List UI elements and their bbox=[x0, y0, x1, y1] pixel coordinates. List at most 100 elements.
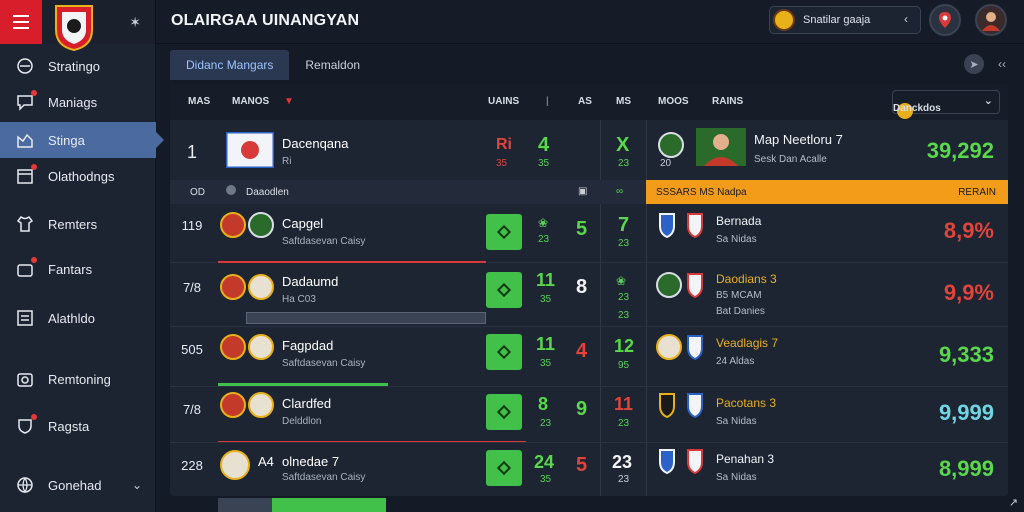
sidebar-item-stratingo[interactable]: Stratingo bbox=[0, 48, 156, 84]
avatar[interactable] bbox=[975, 4, 1007, 36]
stat-value: 11 bbox=[536, 270, 556, 290]
sidebar-item-label: Fantars bbox=[48, 261, 93, 277]
sidebar-item-gonehad[interactable]: Gonehad ⌄ bbox=[0, 467, 156, 503]
team-kit-icon bbox=[659, 213, 675, 238]
col-header[interactable]: UAINS bbox=[488, 96, 519, 107]
team-crest-icon bbox=[248, 212, 274, 238]
table-row[interactable]: 228 A4 olnedae 7 Saftdasevan Caisy 24 35… bbox=[170, 444, 1008, 496]
sidebar-item-label: Maniags bbox=[48, 94, 98, 110]
sidebar-item-fantars[interactable]: Fantars bbox=[0, 251, 156, 287]
compass-icon bbox=[16, 57, 34, 75]
camera-icon[interactable]: ▣ bbox=[578, 186, 587, 197]
pin-icon[interactable]: ✶ bbox=[129, 14, 141, 31]
stat-sub: 23 bbox=[618, 418, 630, 429]
search-field[interactable]: Snatilar gaaja ‹ bbox=[769, 6, 921, 34]
tab-remaldon[interactable]: Remaldon bbox=[289, 50, 376, 80]
team-prefix: A4 bbox=[258, 454, 274, 469]
club-badge-icon bbox=[773, 9, 795, 31]
rank: 1 bbox=[186, 142, 197, 162]
sidebar-item-remters[interactable]: Remters bbox=[0, 206, 156, 242]
sidebar-item-ragsta[interactable]: Ragsta bbox=[0, 408, 156, 444]
opponent-sub: Bat Danies bbox=[716, 306, 765, 317]
progress-track bbox=[246, 312, 486, 324]
col-header[interactable]: RAINS bbox=[712, 96, 743, 107]
sort-desc-icon[interactable]: ▼ bbox=[284, 96, 294, 107]
action-button[interactable] bbox=[486, 334, 522, 370]
collapse-icon[interactable]: ‹ bbox=[904, 12, 908, 26]
action-button[interactable] bbox=[486, 394, 522, 430]
team-crest-icon bbox=[220, 334, 246, 360]
sidebar-item-alathldo[interactable]: Alathldo bbox=[0, 300, 156, 336]
info-icon[interactable] bbox=[226, 185, 236, 195]
table-row[interactable]: 119 Capgel Saftdasevan Caisy ❀ 23 5 7 23… bbox=[170, 204, 1008, 262]
sidebar-item-label: Gonehad bbox=[48, 477, 102, 493]
action-button[interactable] bbox=[486, 450, 522, 486]
sidebar-header: ✶ bbox=[0, 0, 155, 52]
stat-value: 8 bbox=[576, 276, 588, 298]
table-row[interactable]: 505 Fagpdad Saftdasevan Caisy 11 35 4 12… bbox=[170, 328, 1008, 386]
stat-value: 7 bbox=[618, 214, 630, 236]
sidebar-item-maniags[interactable]: Maniags bbox=[0, 84, 156, 120]
col-header[interactable]: MAS bbox=[188, 96, 210, 107]
row-value: 9,9% bbox=[943, 280, 994, 305]
subhead-title: Daaodlen bbox=[246, 187, 289, 198]
team-kit-icon bbox=[687, 393, 703, 418]
sidebar-item-olathodngs[interactable]: Olathodngs bbox=[0, 158, 156, 194]
sort-dropdown[interactable]: Danckdos ⌄ bbox=[892, 90, 1000, 119]
col-header[interactable]: MANOS bbox=[232, 96, 269, 107]
table-row-leader[interactable]: 1 Dacenqana Ri Ri 35 4 35 X 23 20 Map Ne… bbox=[170, 120, 1008, 180]
diamond-icon bbox=[496, 460, 512, 476]
player-photo-icon bbox=[696, 128, 746, 166]
col-header[interactable]: MOOS bbox=[658, 96, 689, 107]
stat-sub: 23 bbox=[618, 158, 630, 169]
sidebar-item-remtoning[interactable]: Remtoning bbox=[0, 361, 156, 397]
stat-value: 12 bbox=[614, 336, 635, 356]
diamond-icon bbox=[496, 404, 512, 420]
rank: 228 bbox=[181, 458, 203, 473]
hamburger-icon bbox=[13, 13, 29, 31]
notifications-button[interactable] bbox=[929, 4, 961, 36]
team-crest-icon bbox=[658, 132, 684, 158]
link-icon[interactable]: ∞ bbox=[616, 186, 623, 197]
page-title: OLAIRGAA UINANGYAN bbox=[171, 12, 360, 29]
stat-sub: 23 bbox=[618, 292, 630, 303]
team-crest-icon bbox=[656, 272, 682, 298]
collapse-all-icon[interactable]: ‹‹ bbox=[998, 57, 1006, 71]
opponent-name: Penahan 3 bbox=[716, 452, 775, 466]
list-icon bbox=[16, 309, 34, 327]
featured-player-name: Map Neetloru 7 bbox=[754, 132, 843, 147]
stat-value: 23 bbox=[612, 452, 633, 472]
col-header[interactable]: AS bbox=[578, 96, 592, 107]
team-name: Dacenqana bbox=[282, 136, 349, 151]
sort-label: Danckdos bbox=[893, 103, 941, 114]
resize-icon[interactable]: ↗ bbox=[1009, 496, 1018, 509]
search-text: Snatilar gaaja bbox=[803, 14, 871, 26]
stat-value: 4 bbox=[576, 340, 588, 362]
team-sub: Ri bbox=[282, 156, 292, 167]
action-button[interactable] bbox=[486, 272, 522, 308]
filter-icon[interactable]: ➤ bbox=[964, 54, 984, 74]
action-button[interactable] bbox=[486, 214, 522, 250]
rank: 7/8 bbox=[182, 402, 202, 417]
tab-didanc-mangars[interactable]: Didanc Mangars bbox=[170, 50, 290, 80]
sidebar-item-stinga[interactable]: Stinga bbox=[0, 122, 164, 158]
stat-value: 5 bbox=[576, 218, 588, 240]
featured-header-right: RERAIN bbox=[958, 186, 996, 198]
featured-value: 39,292 bbox=[926, 138, 994, 163]
table-row[interactable]: 7/8 Clardfed Delddlon 8 23 9 11 23 Pacot… bbox=[170, 388, 1008, 442]
shield-icon bbox=[16, 414, 37, 435]
team-name: olnedae 7 bbox=[282, 454, 340, 469]
chevron-down-icon[interactable]: ⌄ bbox=[132, 478, 142, 492]
diamond-icon bbox=[496, 282, 512, 298]
sidebar-item-label: Stinga bbox=[48, 132, 85, 148]
sidebar-item-label: Olathodngs bbox=[48, 168, 115, 184]
sidebar-item-label: Ragsta bbox=[48, 418, 90, 434]
menu-button[interactable] bbox=[0, 0, 42, 44]
stat-value: X bbox=[616, 134, 630, 156]
col-header[interactable]: MS bbox=[616, 96, 631, 107]
opponent-sub: B5 MCAM bbox=[716, 290, 762, 301]
top-bar: OLAIRGAA UINANGYAN Snatilar gaaja ‹ bbox=[157, 0, 1024, 44]
team-kit-icon bbox=[687, 335, 703, 360]
sidebar-item-label: Remtoning bbox=[48, 371, 111, 387]
club-crest-logo bbox=[55, 5, 93, 52]
